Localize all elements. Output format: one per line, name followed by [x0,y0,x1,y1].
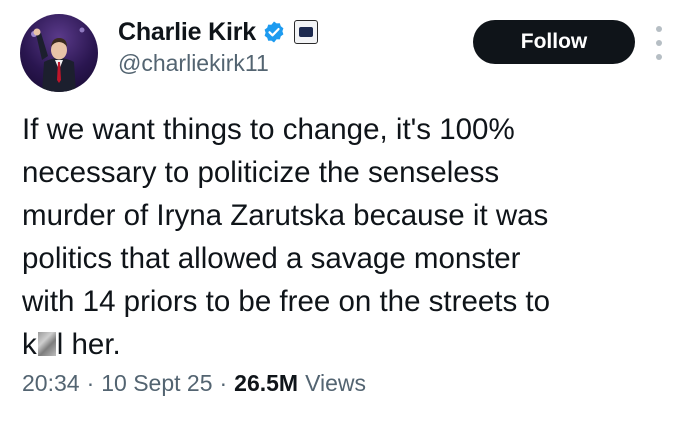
tweet-text-line: politics that allowed a savage monster [22,242,521,275]
more-dot [656,40,662,46]
tweet-text-line-last: k l her. [22,323,692,366]
avatar[interactable] [20,14,98,92]
avatar-image [31,27,85,92]
tweet-card: Charlie Kirk @charliekirk11 Follow If we… [0,0,700,421]
follow-button[interactable]: Follow [473,20,635,64]
tweet-text-line: with 14 priors to be free on the streets… [22,285,551,318]
verified-badge-icon[interactable] [262,20,286,44]
more-dot [656,54,662,60]
tweet-text-line: necessary to politicize the senseless [22,156,500,189]
tweet-text: If we want things to change, it's 100% n… [22,108,692,366]
affiliation-badge-icon[interactable] [293,20,318,44]
more-vertical-icon[interactable] [652,26,666,60]
tweet-text-line: If we want things to change, it's 100% [22,113,515,146]
tweet-text-line: murder of Iryna Zarutska because it was [22,199,549,232]
views-label: Views [305,370,367,396]
views-count[interactable]: 26.5M [234,370,298,397]
tweet-text-fragment: k [22,328,37,361]
tweet-text-fragment: l her. [56,328,121,361]
author-name-row: Charlie Kirk [118,14,318,50]
more-dot [656,26,662,32]
author-display-name[interactable]: Charlie Kirk [118,18,256,47]
tweet-date[interactable]: 10 Sept 25 [101,370,212,397]
author-handle[interactable]: @charliekirk11 [118,50,269,77]
meta-separator: · [86,370,95,396]
redaction-block [37,332,56,356]
affiliation-logo [298,27,313,37]
tweet-time[interactable]: 20:34 [22,370,80,397]
meta-separator: · [219,370,228,396]
tweet-meta: 20:34 · 10 Sept 25 · 26.5M Views [22,370,366,397]
